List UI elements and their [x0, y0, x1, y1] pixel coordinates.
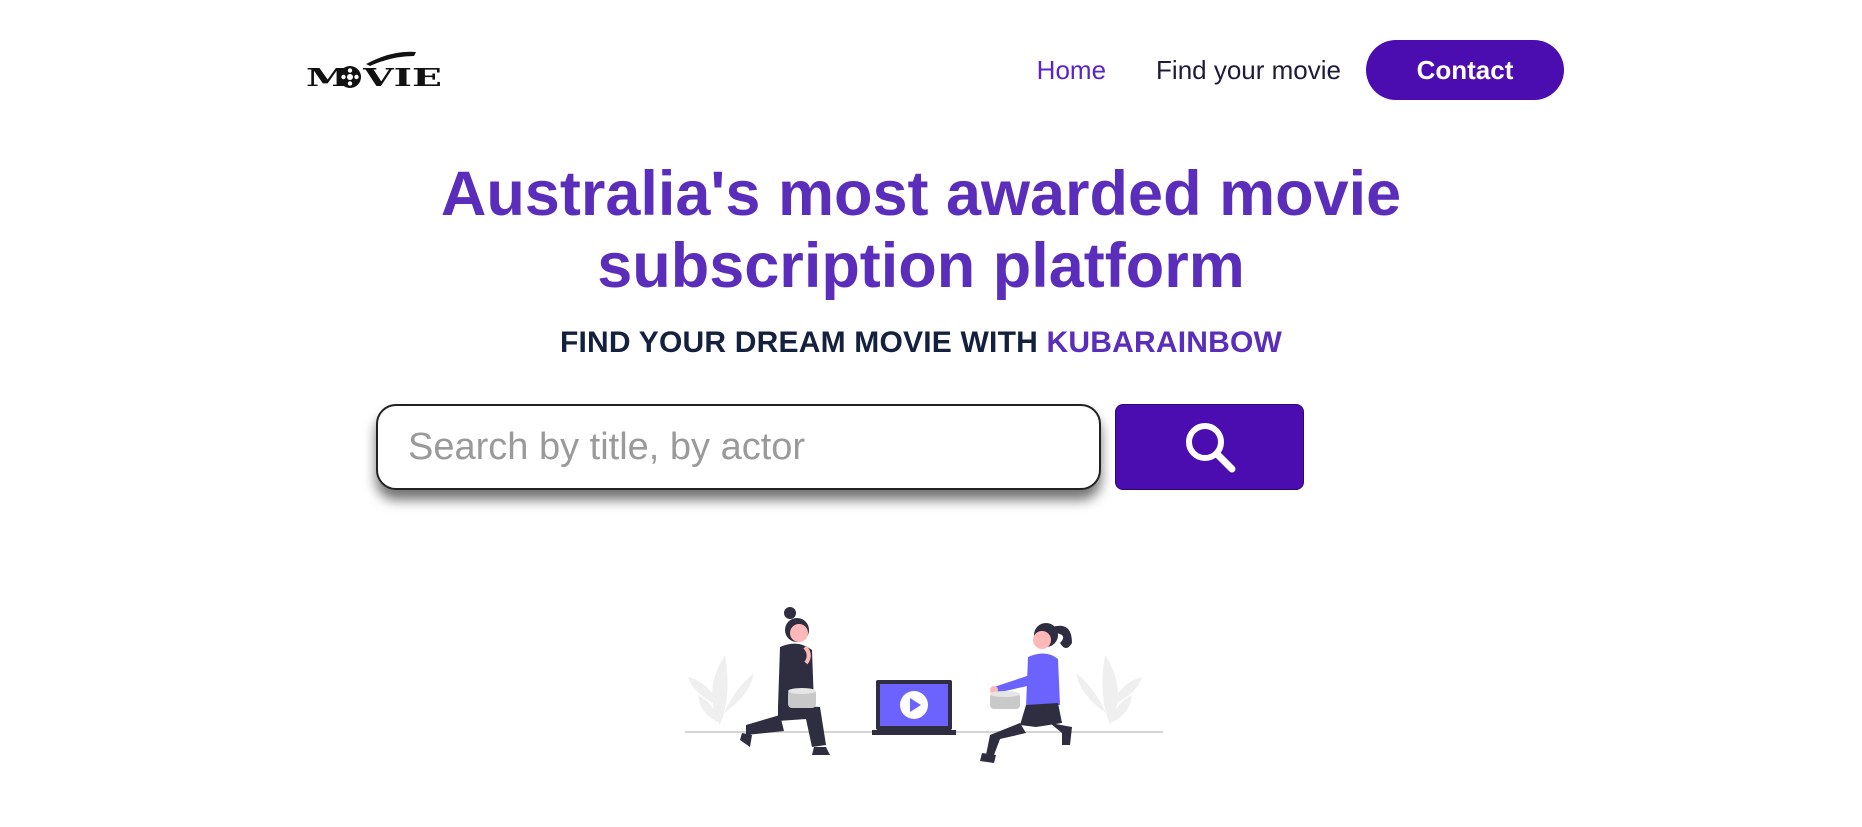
hero-subtitle-brand: KUBARAINBOW — [1046, 326, 1283, 359]
person-right — [980, 623, 1072, 763]
laptop-play — [872, 680, 956, 735]
hero-subtitle-text: FIND YOUR DREAM MOVIE WITH — [559, 326, 1047, 359]
movie-logo[interactable]: M VIE — [304, 50, 444, 90]
people-watching-movie-illustration — [685, 607, 1163, 763]
search-button[interactable] — [1115, 404, 1304, 490]
hero-title: Australia's most awarded movie subscripti… — [440, 159, 1402, 301]
leaf-decoration-left — [688, 655, 754, 725]
svg-text:M VIE: M VIE — [306, 63, 442, 90]
leaf-decoration-right — [1076, 655, 1142, 725]
contact-button[interactable]: Contact — [1366, 40, 1564, 100]
nav-find-movie-link[interactable]: Find your movie — [1156, 55, 1341, 86]
search-icon — [1185, 423, 1235, 473]
hero-subtitle: FIND YOUR DREAM MOVIE WITH KUBARAINBOW — [0, 326, 1842, 360]
search-input[interactable] — [376, 404, 1101, 490]
nav-home-link[interactable]: Home — [1037, 55, 1106, 86]
main-nav: Home Find your movie Contact — [1037, 40, 1564, 100]
page: M VIE Home Find your movie Contact Austr… — [0, 0, 1862, 827]
